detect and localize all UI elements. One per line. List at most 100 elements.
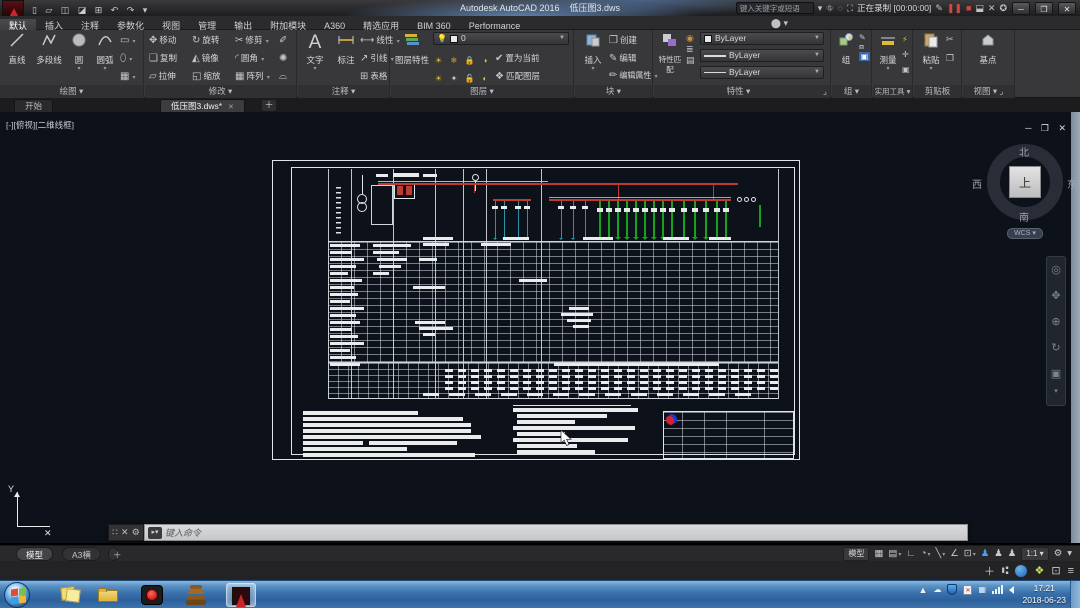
- autoscale-icon[interactable]: ♟: [994, 546, 1003, 562]
- navbar-menu-icon[interactable]: ▾: [1047, 387, 1065, 401]
- doc-restore-icon[interactable]: ❐: [1041, 123, 1049, 133]
- taskbar-explorer[interactable]: [94, 583, 124, 607]
- zoom-icon[interactable]: ⊕: [1047, 309, 1065, 335]
- copy-clip-icon[interactable]: ❐: [946, 53, 954, 64]
- rectangle-tool[interactable]: ▭▾: [120, 32, 135, 48]
- layer-lock-icon[interactable]: 🔒: [465, 56, 474, 65]
- group-tool[interactable]: ✶ 组: [834, 31, 858, 83]
- line-tool[interactable]: 直线: [2, 31, 32, 83]
- close-recorder-icon[interactable]: ✕: [988, 1, 996, 15]
- cut-icon[interactable]: ✂: [946, 34, 954, 45]
- object-snap-icon[interactable]: ⊡▾: [964, 546, 976, 563]
- taskbar-clock[interactable]: 17:21 2018-06-23: [1023, 582, 1066, 606]
- volume-icon[interactable]: [1009, 586, 1014, 594]
- ellipse-tool[interactable]: ⬯▾: [120, 50, 132, 66]
- network-signal-icon[interactable]: [992, 585, 1003, 594]
- viewport-controls-label[interactable]: [-][俯视][二维线框]: [6, 119, 74, 131]
- viewcube-south-label[interactable]: 南: [1019, 209, 1029, 224]
- viewcube-north-label[interactable]: 北: [1019, 144, 1029, 159]
- color-combo[interactable]: ByLayer▼: [700, 32, 824, 45]
- edit-block-tool[interactable]: ✎编辑: [609, 50, 636, 66]
- layer-isolate-icon[interactable]: ◑: [480, 56, 489, 65]
- annotation-visibility-icon[interactable]: ♟: [981, 546, 990, 562]
- recent-commands-icon[interactable]: ▸▾: [148, 527, 162, 539]
- arc-tool[interactable]: 圆弧 ▾: [92, 31, 118, 83]
- panel-footer-block[interactable]: 块 ▾: [575, 85, 652, 98]
- fillet-tool[interactable]: ◜圆角 ▾: [235, 50, 264, 66]
- showmotion-icon[interactable]: ▣: [1047, 361, 1065, 387]
- table-tool[interactable]: ⊞表格: [360, 68, 387, 84]
- grid-display-icon[interactable]: ▦: [874, 546, 883, 562]
- layer-freeze-icon[interactable]: ❄: [449, 56, 458, 65]
- panel-footer-modify[interactable]: 修改 ▾: [145, 85, 296, 98]
- base-point-tool[interactable]: 基点: [973, 31, 1003, 83]
- group-edit-icon[interactable]: ⧈: [859, 42, 870, 52]
- panel-footer-groups[interactable]: 组 ▾: [832, 85, 871, 98]
- add-scale-icon[interactable]: ＋: [984, 563, 995, 579]
- polyline-tool[interactable]: 多段线: [32, 31, 66, 83]
- annotation-scale-icon[interactable]: ♟: [1008, 546, 1017, 562]
- record-stop-icon[interactable]: ■: [966, 1, 971, 15]
- lineweight-combo[interactable]: ByLayer▼: [700, 49, 824, 62]
- exchange-apps-icon[interactable]: ⛶: [847, 1, 853, 15]
- layer-on-icon[interactable]: ☀: [434, 74, 443, 83]
- model-layout-tab[interactable]: 模型: [16, 547, 53, 561]
- pan-icon[interactable]: ✥: [1047, 283, 1065, 309]
- panel-footer-utilities[interactable]: 实用工具 ▾: [873, 85, 912, 98]
- clean-screen-icon[interactable]: ⊡: [1051, 564, 1060, 577]
- help-icon[interactable]: ✪: [999, 1, 1007, 15]
- command-input[interactable]: ▸▾ 键入命令: [144, 524, 968, 541]
- customize-wrench-icon[interactable]: ⚙: [132, 527, 140, 538]
- measure-tool[interactable]: 测量▾: [875, 31, 901, 83]
- ime-icon[interactable]: ▦: [978, 585, 986, 594]
- command-close-icon[interactable]: ✕: [121, 527, 129, 538]
- taskbar-notes-app[interactable]: [56, 583, 86, 607]
- close-button[interactable]: ✕: [1058, 2, 1076, 15]
- layer-select-combo[interactable]: 💡 0▼: [433, 32, 569, 45]
- quick-select-icon[interactable]: ⚡: [902, 35, 910, 44]
- layer-unlock-icon[interactable]: 🔓: [465, 74, 474, 83]
- wcs-dropdown[interactable]: WCS ▾: [1007, 228, 1043, 239]
- dimension-tool[interactable]: 标注: [331, 31, 361, 83]
- pencil-icon[interactable]: ✎: [935, 1, 943, 15]
- layer-properties-tool[interactable]: 图层特性: [395, 31, 429, 83]
- panel-footer-view[interactable]: 视图 ▾ ⌟: [963, 85, 1014, 98]
- panel-footer-layers[interactable]: 图层 ▾: [391, 85, 573, 98]
- copy-tool[interactable]: ❏复制: [149, 50, 177, 66]
- layer-thaw-icon[interactable]: ✦: [449, 74, 458, 83]
- taskbar-recorder-app[interactable]: [138, 583, 168, 607]
- isometric-drafting-icon[interactable]: ∠: [950, 546, 959, 562]
- circle-tool[interactable]: 圆 ▾: [66, 31, 92, 83]
- search-icon[interactable]: ◌: [837, 1, 842, 15]
- match-layer-tool[interactable]: ❖匹配图层: [495, 68, 540, 84]
- trim-tool[interactable]: ✂修剪 ▾: [235, 32, 269, 48]
- panel-footer-clipboard[interactable]: 剪贴板: [914, 85, 961, 98]
- model-space-button[interactable]: 模型: [843, 547, 869, 561]
- taskbar-autocad-active[interactable]: [226, 583, 256, 607]
- ortho-mode-icon[interactable]: ∟: [906, 546, 915, 562]
- status-menu-icon[interactable]: ≡: [1068, 565, 1074, 577]
- point-icon[interactable]: ✛: [902, 50, 910, 59]
- stretch-tool[interactable]: ▱拉伸: [149, 68, 176, 84]
- layer-off-icon[interactable]: ☀: [434, 56, 443, 65]
- array-tool[interactable]: ▦阵列 ▾: [235, 68, 270, 84]
- snap-mode-icon[interactable]: ▤▾: [888, 546, 901, 563]
- full-navigation-wheel-icon[interactable]: ◎: [1047, 257, 1065, 283]
- paste-tool[interactable]: 粘贴▾: [918, 31, 944, 83]
- doc-minimize-icon[interactable]: ─: [1025, 123, 1031, 133]
- document-tab[interactable]: 低压图3.dws*✕: [160, 99, 245, 112]
- group-selection-icon[interactable]: ▣: [859, 52, 870, 61]
- viewcube-west-label[interactable]: 西: [972, 176, 982, 191]
- add-layout-button[interactable]: ＋: [108, 547, 118, 561]
- cloud-tray-icon[interactable]: ☁: [933, 585, 941, 594]
- security-shield-icon[interactable]: [947, 584, 957, 595]
- signin-icon[interactable]: ⛗: [826, 1, 833, 15]
- ungroup-icon[interactable]: ✎: [859, 33, 870, 42]
- linetype-combo[interactable]: ByLayer▼: [700, 66, 824, 79]
- restore-button[interactable]: ❐: [1035, 2, 1053, 15]
- start-tab[interactable]: 开始: [14, 99, 53, 112]
- panel-footer-draw[interactable]: 绘图 ▾: [0, 85, 143, 98]
- viewcube-top-face[interactable]: 上: [1009, 166, 1041, 198]
- object-snap-tracking-icon[interactable]: ╲▾: [935, 546, 945, 563]
- minimize-button[interactable]: ─: [1012, 2, 1030, 15]
